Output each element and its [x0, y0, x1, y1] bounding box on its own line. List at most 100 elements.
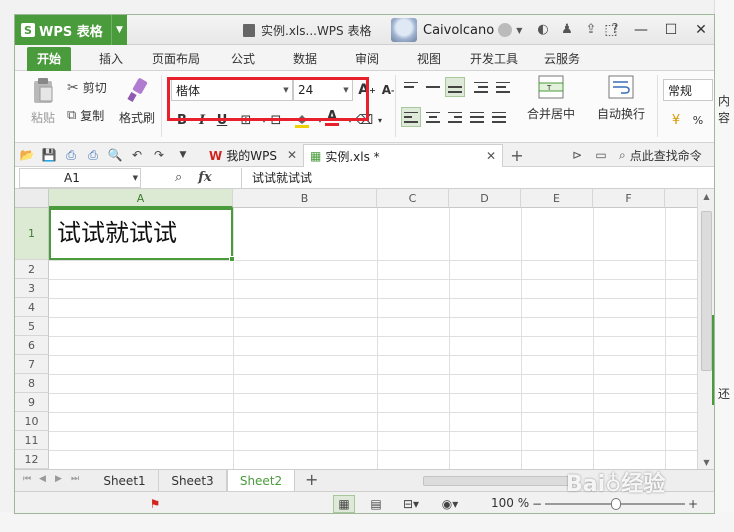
justify-icon[interactable] [467, 107, 487, 127]
row-header-4[interactable]: 4 [15, 298, 49, 317]
sheet-tab-sheet3[interactable]: Sheet3 [159, 470, 227, 492]
side-panel-handle[interactable] [712, 315, 714, 405]
indent-increase-icon[interactable] [493, 77, 513, 97]
text-direction-icon[interactable]: ⊳ [569, 147, 585, 163]
scroll-thumb[interactable] [701, 211, 712, 371]
restore-icon[interactable]: ⬚ [596, 15, 626, 45]
tab-developer[interactable]: 开发工具 [465, 47, 523, 71]
zoom-search-icon[interactable]: ⌕ [175, 170, 182, 185]
fill-handle[interactable] [229, 256, 235, 262]
chevron-down-icon[interactable]: ▼ [133, 169, 138, 187]
align-middle-icon[interactable] [423, 77, 443, 97]
cut-button[interactable]: ✂ 剪切 [67, 79, 107, 96]
name-box[interactable]: A1 ▼ [19, 168, 141, 188]
align-center-icon[interactable] [423, 107, 443, 127]
reading-mode-icon[interactable]: ⊟▾ [397, 495, 425, 513]
tab-page-layout[interactable]: 页面布局 [147, 47, 205, 71]
add-sheet-icon[interactable]: + [305, 470, 318, 489]
scroll-down-icon[interactable]: ▼ [698, 455, 714, 469]
row-header-6[interactable]: 6 [15, 336, 49, 355]
eye-protection-icon[interactable]: ◉▾ [435, 495, 465, 513]
column-header-D[interactable]: D [449, 189, 521, 208]
percent-icon[interactable]: % [689, 111, 707, 129]
tab-formulas[interactable]: 公式 [221, 47, 265, 71]
cell-A1[interactable]: 试试就试试 [49, 208, 235, 262]
chevron-down-icon[interactable]: ▾ [371, 111, 389, 129]
save-icon[interactable]: 💾 [41, 147, 57, 163]
column-header-B[interactable]: B [233, 189, 377, 208]
wrap-text-button[interactable]: 自动换行 [593, 75, 649, 122]
column-header-partial[interactable] [665, 189, 697, 208]
chevron-down-icon[interactable]: ▼ [175, 147, 191, 163]
row-header-7[interactable]: 7 [15, 355, 49, 374]
merge-center-button[interactable]: T 合并居中 [523, 75, 579, 122]
document-icon[interactable]: ▭ [593, 147, 609, 163]
number-format-select[interactable]: 常规 [663, 79, 713, 101]
tab-review[interactable]: 审阅 [345, 47, 389, 71]
row-header-8[interactable]: 8 [15, 374, 49, 393]
page-break-view-icon[interactable]: ▤ [365, 495, 387, 513]
folder-icon[interactable]: 📂 [19, 147, 35, 163]
column-header-A[interactable]: A [49, 189, 233, 208]
user-account[interactable]: Caivolcano ▼ [391, 18, 522, 42]
pdf-icon[interactable]: ⎙ [63, 147, 79, 163]
normal-view-icon[interactable]: ▦ [333, 495, 355, 513]
close-button[interactable]: ✕ [686, 15, 714, 45]
column-header-F[interactable]: F [593, 189, 665, 208]
tab-insert[interactable]: 插入 [89, 47, 133, 71]
tab-my-wps[interactable]: W 我的WPS ✕ [203, 144, 303, 167]
sheet-tab-sheet1[interactable]: Sheet1 [91, 470, 159, 492]
row-header-11[interactable]: 11 [15, 431, 49, 450]
row-header-2[interactable]: 2 [15, 260, 49, 279]
distribute-icon[interactable] [489, 107, 509, 127]
column-header-C[interactable]: C [377, 189, 449, 208]
sheet-tab-sheet2[interactable]: Sheet2 [227, 470, 295, 492]
close-icon[interactable]: ✕ [287, 148, 297, 162]
tab-home[interactable]: 开始 [27, 47, 71, 71]
prev-sheet-icon[interactable]: ◀ [39, 474, 46, 484]
tab-view[interactable]: 视图 [407, 47, 451, 71]
align-top-icon[interactable] [401, 77, 421, 97]
close-icon[interactable]: ✕ [486, 149, 496, 163]
tab-cloud[interactable]: 云服务 [537, 47, 587, 71]
align-right-icon[interactable] [445, 107, 465, 127]
last-sheet-icon[interactable]: ⏭ [71, 474, 79, 484]
app-menu-button[interactable]: S WPS 表格 ▼ [15, 15, 127, 45]
next-sheet-icon[interactable]: ▶ [55, 474, 62, 484]
zoom-out-icon[interactable]: − [531, 495, 543, 513]
find-command-button[interactable]: ⌕ 点此查找命令 [619, 147, 702, 164]
maximize-button[interactable]: ☐ [656, 15, 686, 45]
minimize-button[interactable]: — [626, 15, 656, 45]
formula-input[interactable]: 试试就试试 [241, 168, 714, 188]
paste-button[interactable]: 粘贴 [23, 77, 63, 126]
zoom-slider[interactable] [545, 498, 685, 510]
column-header-E[interactable]: E [521, 189, 593, 208]
select-all-corner[interactable] [15, 189, 49, 208]
copy-button[interactable]: ⧉ 复制 [67, 107, 104, 124]
print-icon[interactable]: ⎙ [85, 147, 101, 163]
print-preview-icon[interactable]: 🔍 [107, 147, 123, 163]
row-header-12[interactable]: 12 [15, 450, 49, 469]
first-sheet-icon[interactable]: ⏮ [23, 474, 31, 484]
shirt-icon[interactable]: ♟ [559, 21, 575, 37]
undo-icon[interactable]: ↶ [129, 147, 145, 163]
row-header-5[interactable]: 5 [15, 317, 49, 336]
fx-icon[interactable]: fx [198, 170, 211, 185]
row-header-10[interactable]: 10 [15, 412, 49, 431]
zoom-knob[interactable] [611, 498, 621, 510]
currency-icon[interactable]: ¥ [667, 111, 685, 129]
row-header-3[interactable]: 3 [15, 279, 49, 298]
zoom-in-icon[interactable]: + [687, 495, 699, 513]
add-tab-icon[interactable]: + [509, 146, 525, 165]
skin-icon[interactable]: ◐ [535, 21, 551, 37]
spreadsheet-grid[interactable]: A B C D E F 1 2 3 4 5 6 7 8 9 10 11 12 试… [15, 189, 697, 469]
error-report-icon[interactable]: ⚑ [147, 495, 163, 513]
row-header-9[interactable]: 9 [15, 393, 49, 412]
align-left-icon[interactable] [401, 107, 421, 127]
redo-icon[interactable]: ↷ [151, 147, 167, 163]
format-painter-button[interactable]: 格式刷 [117, 77, 157, 126]
horizontal-scrollbar[interactable] [413, 475, 714, 487]
indent-decrease-icon[interactable] [471, 77, 491, 97]
tab-data[interactable]: 数据 [283, 47, 327, 71]
chevron-down-icon[interactable]: ▼ [111, 15, 127, 45]
